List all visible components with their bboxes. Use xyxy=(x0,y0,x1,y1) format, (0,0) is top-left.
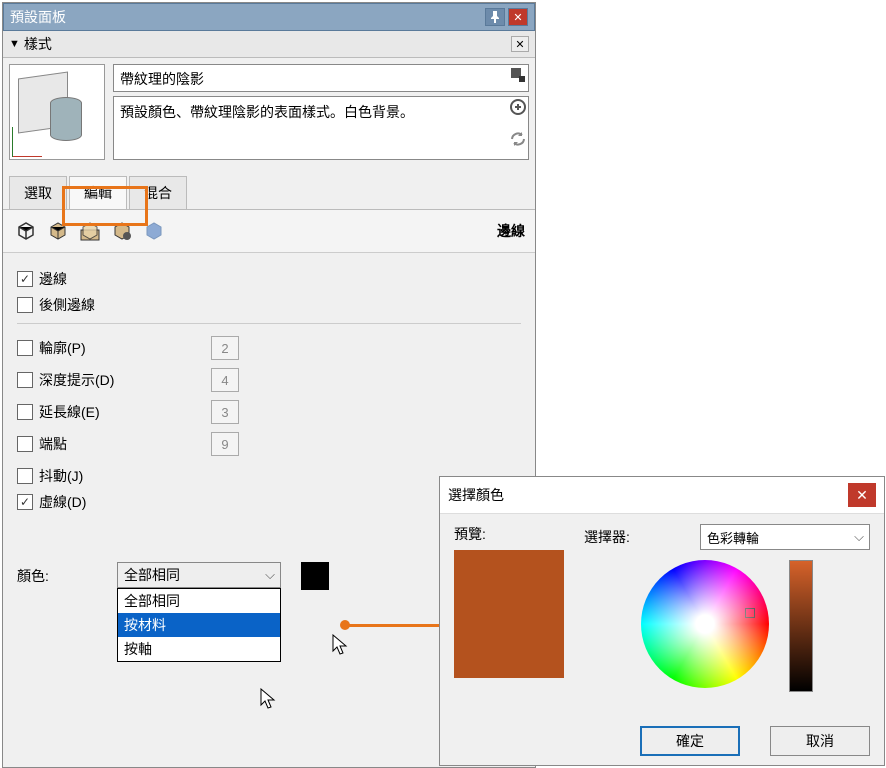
jitter-checkbox[interactable] xyxy=(17,468,33,484)
dialog-close-button[interactable]: ✕ xyxy=(848,483,876,507)
endpoints-label: 端點 xyxy=(39,434,67,454)
ok-button[interactable]: 確定 xyxy=(640,726,740,756)
tab-select[interactable]: 選取 xyxy=(9,176,67,209)
pin-button[interactable] xyxy=(485,8,505,26)
cancel-button[interactable]: 取消 xyxy=(770,726,870,756)
chevron-down-icon: ⌵ xyxy=(849,529,869,545)
edges-label: 邊線 xyxy=(39,269,67,289)
jitter-label: 抖動(J) xyxy=(39,466,83,486)
style-name-input[interactable]: 帶紋理的陰影 xyxy=(113,64,529,92)
dashes-label: 虛線(D) xyxy=(39,492,86,512)
color-dialog: 選擇顏色 ✕ 預覽: 選擇器: 色彩轉輪 ⌵ xyxy=(439,476,885,766)
value-slider[interactable] xyxy=(789,560,813,692)
color-mode-combo[interactable]: 全部相同 ⌵ xyxy=(117,562,281,588)
modeling-settings-icon[interactable] xyxy=(141,218,167,244)
color-mode-dropdown: 全部相同 按材料 按軸 xyxy=(117,588,281,662)
combo-value: 全部相同 xyxy=(118,565,260,585)
edge-settings-icon[interactable] xyxy=(13,218,39,244)
tab-edit[interactable]: 編輯 xyxy=(69,176,127,209)
subheader-title: 樣式 xyxy=(24,34,511,54)
endpoints-checkbox[interactable] xyxy=(17,436,33,452)
dialog-titlebar: 選擇顏色 ✕ xyxy=(440,477,884,514)
edge-color-swatch[interactable] xyxy=(301,562,329,590)
refresh-icon[interactable] xyxy=(507,128,529,150)
picker-select-value: 色彩轉輪 xyxy=(701,528,849,547)
panel-close-button[interactable]: ✕ xyxy=(508,8,528,26)
depth-cue-label: 深度提示(D) xyxy=(39,370,114,390)
back-edges-checkbox[interactable] xyxy=(17,297,33,313)
profiles-label: 輪廓(P) xyxy=(39,338,86,358)
annotation-dot-left xyxy=(340,620,350,630)
titlebar: 預設面板 ✕ xyxy=(3,3,535,31)
dropdown-option-by-material[interactable]: 按材料 xyxy=(118,613,280,637)
annotation-connector xyxy=(344,624,449,627)
style-thumbnail[interactable] xyxy=(9,64,105,160)
depth-cue-checkbox[interactable] xyxy=(17,372,33,388)
style-description-input[interactable]: 預設顏色、帶紋理陰影的表面樣式。白色背景。 xyxy=(113,96,529,160)
watermark-settings-icon[interactable] xyxy=(109,218,135,244)
update-style-icon[interactable] xyxy=(507,96,529,118)
color-label: 顏色: xyxy=(17,562,117,586)
preview-swatch xyxy=(454,550,564,678)
background-settings-icon[interactable] xyxy=(77,218,103,244)
dropdown-option-by-axis[interactable]: 按軸 xyxy=(118,637,280,661)
profiles-checkbox[interactable] xyxy=(17,340,33,356)
depth-cue-input[interactable] xyxy=(211,368,239,392)
extension-checkbox[interactable] xyxy=(17,404,33,420)
collapse-arrow-icon: ▼ xyxy=(9,38,20,50)
tab-mix[interactable]: 混合 xyxy=(129,176,187,209)
dashes-checkbox[interactable] xyxy=(17,494,33,510)
extension-input[interactable] xyxy=(211,400,239,424)
picker-select[interactable]: 色彩轉輪 ⌵ xyxy=(700,524,870,550)
section-label: 邊線 xyxy=(497,221,525,241)
dialog-title: 選擇顏色 xyxy=(448,485,848,505)
chevron-down-icon: ⌵ xyxy=(260,567,280,583)
face-settings-icon[interactable] xyxy=(45,218,71,244)
profiles-input[interactable] xyxy=(211,336,239,360)
dropdown-option-all-same[interactable]: 全部相同 xyxy=(118,589,280,613)
endpoints-input[interactable] xyxy=(211,432,239,456)
tabs: 選取 編輯 混合 xyxy=(3,176,535,210)
subheader[interactable]: ▼ 樣式 ✕ xyxy=(3,31,535,58)
picker-label: 選擇器: xyxy=(584,527,630,547)
edges-checkbox[interactable] xyxy=(17,271,33,287)
extension-label: 延長線(E) xyxy=(39,402,100,422)
color-wheel-handle[interactable] xyxy=(745,608,755,618)
subheader-close-button[interactable]: ✕ xyxy=(511,36,529,52)
style-info: 帶紋理的陰影 預設顏色、帶紋理陰影的表面樣式。白色背景。 xyxy=(3,58,535,166)
back-edges-label: 後側邊線 xyxy=(39,295,95,315)
preview-label: 預覽: xyxy=(454,524,574,544)
new-style-icon[interactable] xyxy=(507,64,529,86)
edit-type-row: 邊線 xyxy=(3,210,535,253)
panel-title: 預設面板 xyxy=(10,7,482,27)
color-wheel[interactable] xyxy=(641,560,769,688)
